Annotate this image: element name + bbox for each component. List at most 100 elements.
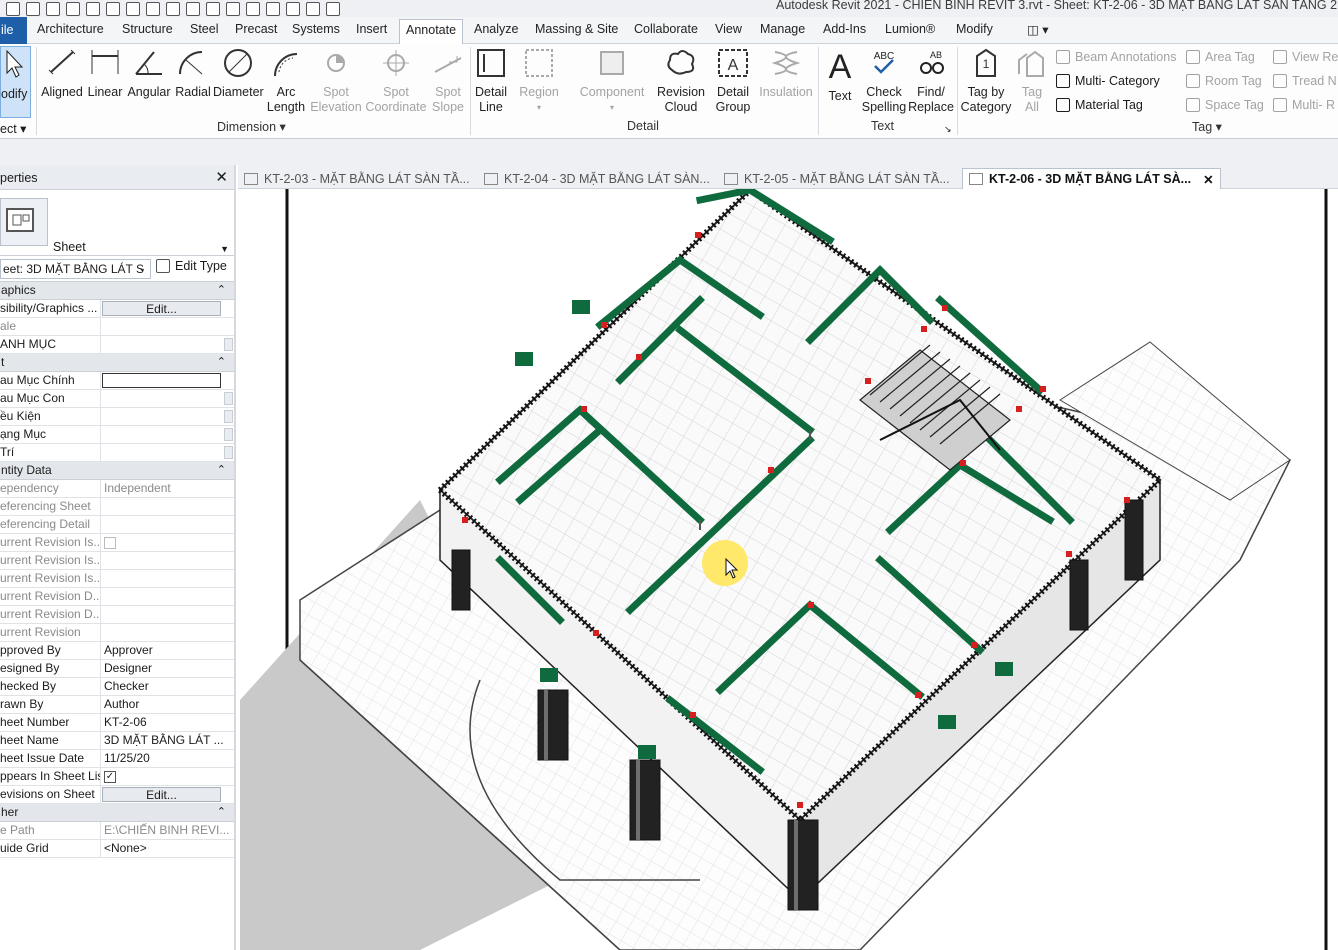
ribbon-tab-add-ins[interactable]: Add-Ins [823,22,866,36]
ribbon-tab-lumion-[interactable]: Lumion® [885,22,935,36]
redo-icon[interactable] [126,1,140,16]
spot-slope-button[interactable]: Spot Slope [430,48,466,115]
diameter-dimension-button[interactable]: Diameter [213,48,264,100]
text-icon[interactable] [226,1,240,16]
check-spelling-button[interactable]: ABC Check Spelling [860,48,908,115]
area-tag-button[interactable]: Area Tag [1186,50,1255,64]
angular-dimension-button[interactable]: Angular [126,48,172,100]
collapse-icon[interactable]: ⌃ [217,355,226,368]
tread-number-button[interactable]: Tread N [1273,74,1337,88]
edit-button[interactable]: Edit... [102,301,221,316]
ribbon-tab-ile[interactable]: ile [0,17,27,44]
modify-button[interactable]: odify [0,46,31,118]
ribbon-tab-steel[interactable]: Steel [190,22,219,36]
property-value[interactable] [101,408,234,425]
property-value[interactable]: 3D MẶT BẰNG LÁT ... [101,732,234,749]
property-value[interactable]: Designer [101,660,234,677]
ribbon-tab-view[interactable]: View [715,22,742,36]
radial-dimension-button[interactable]: Radial [174,48,212,100]
select-dropdown[interactable]: ect ▾ [0,121,26,136]
document-tab[interactable]: KT-2-05 - MẶT BẰNG LÁT SÀN TẦ... [724,168,950,189]
value-stepper[interactable] [224,392,233,405]
property-value[interactable] [102,373,221,388]
revision-cloud-button[interactable]: Revision Cloud [656,48,706,115]
property-value[interactable] [101,444,234,461]
spot-coordinate-button[interactable]: Spot Coordinate [364,48,428,115]
insulation-button[interactable]: Insulation [758,48,814,100]
measure-icon[interactable] [166,1,180,16]
arc-length-button[interactable]: Arc Length [264,48,308,115]
property-value[interactable]: KT-2-06 [101,714,234,731]
property-value[interactable] [101,390,234,407]
edit-button[interactable]: Edit... [102,787,221,802]
property-section[interactable]: aphics ⌃ [0,282,234,300]
collapse-icon[interactable]: ⌃ [217,283,226,296]
instance-filter-select[interactable]: eet: 3D MẶT BẰNG LÁT S ⌄ [0,259,151,279]
switch-windows-icon[interactable] [326,1,340,16]
document-tab[interactable]: KT-2-04 - 3D MẶT BẰNG LÁT SÀN... [484,168,710,189]
ribbon-tab-structure[interactable]: Structure [122,22,173,36]
beam-annotations-button[interactable]: Beam Annotations [1056,50,1176,64]
ribbon-tab-insert[interactable]: Insert [356,22,387,36]
linear-dimension-button[interactable]: Linear [86,48,124,100]
section-icon[interactable] [266,1,280,16]
property-value[interactable]: Approver [101,642,234,659]
checkbox[interactable]: ✓ [104,770,116,783]
material-tag-button[interactable]: Material Tag [1056,98,1143,112]
print-icon[interactable] [146,1,160,16]
edit-type-button[interactable]: Edit Type [156,259,227,273]
close-icon[interactable]: ✕ [215,168,228,186]
region-button[interactable]: Region ▾ [516,48,562,115]
view-reference-button[interactable]: View Re [1273,50,1338,64]
revit-logo-icon[interactable] [6,1,20,16]
ribbon-tab-systems[interactable]: Systems [292,22,340,36]
ribbon-tab-modify[interactable]: Modify [956,22,993,36]
property-value[interactable]: Checker [101,678,234,695]
detail-line-button[interactable]: Detail Line [472,48,510,115]
property-section[interactable]: t ⌃ [0,354,234,372]
tag-group-title[interactable]: Tag ▾ [1192,119,1222,134]
tag-icon[interactable] [206,1,220,16]
property-section[interactable]: her ⌃ [0,804,234,822]
undo-icon[interactable] [106,1,120,16]
ribbon-options-icon[interactable]: ◫ ▾ [1027,22,1049,37]
ribbon-tab-analyze[interactable]: Analyze [474,22,518,36]
component-button[interactable]: Component ▾ [578,48,646,115]
room-tag-button[interactable]: Room Tag [1186,74,1262,88]
space-tag-button[interactable]: Space Tag [1186,98,1264,112]
property-value[interactable]: Author [101,696,234,713]
ribbon-tab-collaborate[interactable]: Collaborate [634,22,698,36]
close-tab-icon[interactable]: ✕ [1203,172,1213,187]
chevron-down-icon[interactable]: ▼ [220,244,229,254]
close-hidden-icon[interactable] [306,1,320,16]
text-dialog-launcher-icon[interactable]: ↘ [944,124,952,135]
sheet-view-canvas[interactable] [238,189,1338,950]
thin-lines-icon[interactable] [286,1,300,16]
new-file-icon[interactable] [26,1,40,16]
ribbon-tab-massing-site[interactable]: Massing & Site [535,22,618,36]
document-tab[interactable]: KT-2-03 - MẶT BẰNG LÁT SÀN TẦ... [244,168,470,189]
tag-all-button[interactable]: Tag All [1014,48,1050,115]
ribbon-tab-manage[interactable]: Manage [760,22,805,36]
value-stepper[interactable] [224,428,233,441]
property-value[interactable]: 11/25/20 [101,750,234,767]
property-section[interactable]: ntity Data ⌃ [0,462,234,480]
document-tab[interactable]: KT-2-06 - 3D MẶT BẰNG LÁT SÀ... ✕ [962,168,1221,189]
open-icon[interactable] [46,1,60,16]
aligned-dimension-icon[interactable] [186,1,200,16]
value-stepper[interactable] [224,446,233,459]
aligned-dimension-button[interactable]: Aligned [40,48,84,100]
property-value[interactable] [101,336,234,353]
collapse-icon[interactable]: ⌃ [217,463,226,476]
value-stepper[interactable] [224,338,233,351]
dimension-group-label[interactable]: Dimension ▾ [217,119,286,134]
detail-group-button[interactable]: A Detail Group [712,48,754,115]
ribbon-tab-precast[interactable]: Precast [235,22,277,36]
tag-by-category-button[interactable]: 1 Tag by Category [960,48,1012,115]
ribbon-tab-annotate[interactable]: Annotate [399,19,464,45]
property-value[interactable]: <None> [101,840,234,857]
ribbon-tab-architecture[interactable]: Architecture [37,22,104,36]
multi-rebar-button[interactable]: Multi- R [1273,98,1335,112]
spot-elevation-button[interactable]: Spot Elevation [310,48,362,115]
property-value[interactable] [101,426,234,443]
